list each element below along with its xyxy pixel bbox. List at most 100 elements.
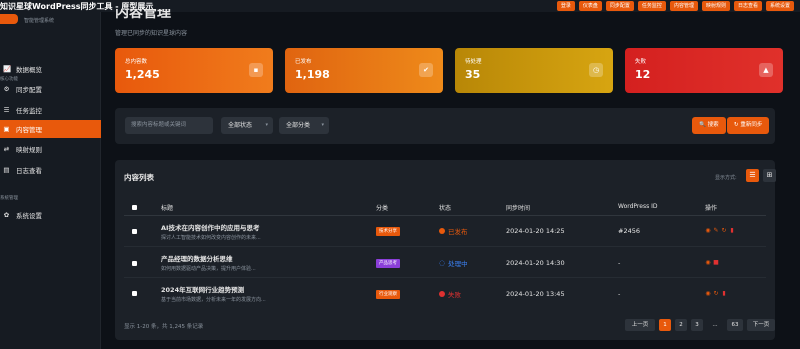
trash-icon[interactable]: ▮	[729, 227, 735, 234]
stop-icon[interactable]: ■	[713, 259, 719, 266]
row-divider	[124, 246, 766, 247]
row-wp-id: -	[618, 290, 621, 298]
pagination-ellipsis: ...	[712, 322, 718, 328]
document-icon: ▪	[249, 63, 263, 77]
topnav-settings[interactable]: 系统设置	[765, 1, 794, 11]
stat-card-published: 已发布 1,198 ✔	[285, 48, 443, 93]
check-circle-icon	[439, 228, 445, 234]
row-checkbox[interactable]	[132, 229, 137, 234]
row-checkbox[interactable]	[132, 291, 137, 296]
list-title: 内容列表	[124, 173, 154, 182]
clock-icon: ◷	[589, 63, 603, 77]
page-subtitle: 管理已同步的知识星球内容	[115, 30, 188, 37]
chart-line-icon: 📈	[3, 65, 12, 73]
status-label: 已发布	[448, 228, 468, 236]
column-header-title[interactable]: 标题	[161, 203, 173, 212]
column-header-status[interactable]: 状态	[439, 203, 451, 212]
list-view-button[interactable]: ☰	[746, 169, 759, 182]
column-header-sync-time[interactable]: 同步时间	[506, 203, 530, 212]
chevron-down-icon: ▾	[321, 122, 324, 128]
spinner-icon: ◌	[439, 259, 446, 267]
sidebar-item-overview[interactable]: 📈 数据概览	[0, 60, 101, 78]
page-button-3[interactable]: 3	[691, 319, 703, 331]
column-header-wp-id[interactable]: WordPress ID	[618, 203, 658, 210]
row-actions: ◉ ↻ ▮	[705, 290, 727, 297]
sidebar-item-label: 日志查看	[16, 167, 42, 175]
topnav-login[interactable]: 登录	[556, 1, 575, 11]
brand-logo	[0, 14, 18, 24]
page-button-last[interactable]: 63	[727, 319, 743, 331]
row-title[interactable]: 2024年互联网行业趋势预测	[161, 284, 244, 294]
stat-value: 35	[465, 68, 481, 81]
search-input[interactable]: 搜索内容标题或关键词	[125, 117, 213, 134]
stat-label: 总内容数	[125, 59, 148, 65]
topnav-dashboard[interactable]: 仪表盘	[578, 1, 602, 11]
stat-label: 已发布	[295, 59, 312, 65]
stat-value: 1,245	[125, 68, 160, 81]
category-tag: 技术分享	[376, 227, 400, 236]
sidebar: 智能管理系统 核心功能 📈 数据概览 ⚙ 同步配置 ☰ 任务监控 ▣ 内容管理 …	[0, 12, 101, 349]
column-header-actions: 操作	[705, 205, 718, 212]
refresh-icon[interactable]: ↻	[713, 290, 719, 297]
row-desc: 如何用数据驱动产品决策，提升用户体验...	[161, 266, 256, 272]
row-checkbox[interactable]	[132, 261, 137, 266]
sidebar-item-task-monitor[interactable]: ☰ 任务监控	[0, 101, 101, 119]
chevron-down-icon: ▾	[265, 122, 268, 128]
sidebar-item-logs[interactable]: ▤ 日志查看	[0, 161, 101, 179]
brand-subtitle: 智能管理系统	[24, 18, 55, 24]
column-header-category[interactable]: 分类	[376, 203, 388, 212]
grid-view-button[interactable]: ⊞	[763, 169, 776, 182]
section-label-system: 系统管理	[0, 196, 18, 201]
sidebar-item-mapping-rules[interactable]: ⇄ 映射规则	[0, 140, 101, 158]
list-icon: ☰	[3, 106, 10, 114]
topnav-content-manage[interactable]: 内容管理	[669, 1, 698, 11]
status-failed: 失败	[439, 289, 461, 299]
view-icon[interactable]: ◉	[705, 290, 711, 297]
search-button[interactable]: 🔍 搜索	[692, 117, 726, 134]
refresh-icon[interactable]: ↻	[721, 227, 727, 234]
stat-value: 1,198	[295, 68, 330, 81]
check-circle-icon: ✔	[419, 63, 433, 77]
row-wp-id: #2456	[618, 227, 640, 235]
warning-icon: ▲	[759, 63, 773, 77]
category-select[interactable]: 全部分类 ▾	[279, 117, 329, 134]
view-icon[interactable]: ◉	[705, 259, 711, 266]
sidebar-item-label: 任务监控	[16, 107, 42, 115]
topnav-task-monitor[interactable]: 任务监控	[637, 1, 666, 11]
sidebar-item-system-settings[interactable]: ✿ 系统设置	[0, 206, 101, 224]
sidebar-item-label: 映射规则	[16, 146, 42, 154]
prev-page-button[interactable]: 上一页	[625, 319, 655, 331]
content-list-panel: 内容列表 显示方式: ☰ ⊞ 标题 分类 状态 同步时间 WordPress I…	[115, 160, 776, 340]
sidebar-item-sync-config[interactable]: ⚙ 同步配置	[0, 80, 101, 98]
filter-panel: 搜索内容标题或关键词 全部状态 ▾ 全部分类 ▾ 🔍 搜索 ↻ 重新同步	[115, 108, 775, 144]
refresh-icon: ↻	[734, 122, 739, 128]
row-title[interactable]: AI技术在内容创作中的应用与思考	[161, 222, 259, 232]
stat-card-failed: 失败 12 ▲	[625, 48, 783, 93]
swap-icon: ⇄	[3, 145, 10, 153]
topnav-sync-config[interactable]: 同步配置	[605, 1, 634, 11]
stat-label: 待处理	[465, 59, 482, 65]
status-select-value: 全部状态	[228, 122, 253, 129]
view-icon[interactable]: ◉	[705, 227, 711, 234]
topnav-logs[interactable]: 日志查看	[733, 1, 762, 11]
page-button-1[interactable]: 1	[659, 319, 671, 331]
row-title[interactable]: 产品经理的数据分析思维	[161, 253, 233, 263]
status-select[interactable]: 全部状态 ▾	[221, 117, 273, 134]
trash-icon[interactable]: ▮	[721, 290, 727, 297]
edit-icon[interactable]: ✎	[713, 227, 719, 234]
search-icon: 🔍	[699, 122, 706, 128]
next-page-button[interactable]: 下一页	[747, 319, 775, 331]
sidebar-item-content-manage[interactable]: ▣ 内容管理	[0, 120, 101, 138]
stat-card-total: 总内容数 1,245 ▪	[115, 48, 273, 93]
row-desc: 探讨人工智能技术如何改变内容创作的未来...	[161, 235, 261, 241]
row-divider	[124, 277, 766, 278]
page-button-2[interactable]: 2	[675, 319, 687, 331]
select-all-checkbox[interactable]	[132, 205, 137, 210]
stat-label: 失败	[635, 59, 647, 65]
topnav-mapping-rules[interactable]: 映射规则	[701, 1, 730, 11]
category-tag: 产品思考	[376, 259, 400, 268]
category-select-value: 全部分类	[286, 122, 311, 129]
resync-button[interactable]: ↻ 重新同步	[727, 117, 770, 134]
top-nav: 登录 仪表盘 同步配置 任务监控 内容管理 映射规则 日志查看 系统设置	[556, 1, 800, 11]
search-button-label: 搜索	[707, 122, 719, 128]
